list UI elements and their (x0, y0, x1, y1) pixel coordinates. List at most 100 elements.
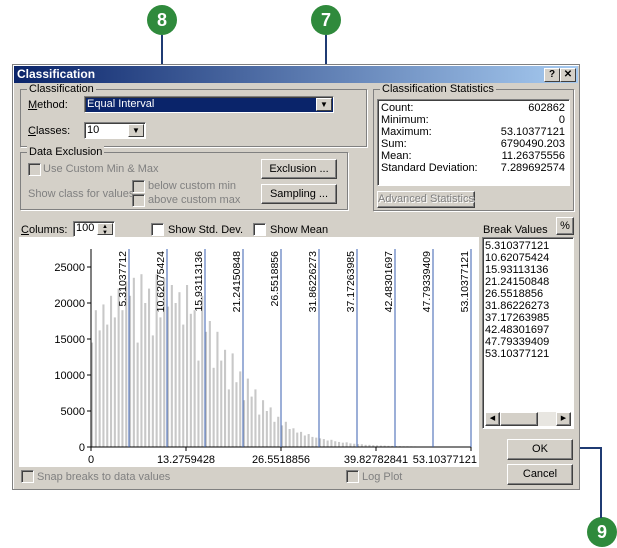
classes-dropdown-arrow-icon[interactable]: ▼ (128, 124, 144, 137)
columns-label: Columns: (21, 224, 68, 236)
break-value-item[interactable]: 31.86226273 (485, 300, 549, 312)
use-custom-label: Use Custom Min & Max (43, 163, 159, 175)
below-min-checkbox[interactable] (132, 180, 145, 193)
break-value-item[interactable]: 26.5518856 (485, 288, 549, 300)
histogram-bar (262, 400, 265, 447)
title-bar: Classification ? ✕ (14, 66, 578, 83)
histogram-bar (254, 389, 257, 447)
histogram-bar (113, 317, 116, 447)
break-value-item[interactable]: 5.310377121 (485, 240, 549, 252)
histogram-bar (269, 407, 272, 447)
histogram-bar (151, 335, 154, 447)
histogram-bar (231, 353, 234, 447)
histogram-bar (273, 421, 276, 447)
histogram-chart[interactable]: 25000 20000 15000 10000 5000 00 13.2759428 26.5… (19, 237, 479, 467)
show-std-dev-label: Show Std. Dev. (168, 224, 243, 236)
callout-8: 8 (147, 5, 177, 35)
method-dropdown[interactable]: Equal Interval ▼ (84, 96, 334, 113)
y-tick-label: 10000 (54, 370, 85, 382)
histogram-bar (341, 442, 344, 447)
ok-button[interactable]: OK (507, 439, 573, 460)
histogram-bar (303, 435, 306, 447)
close-button[interactable]: ✕ (560, 68, 576, 82)
statistic-name: Standard Deviation: (381, 162, 478, 174)
histogram-bar (345, 442, 348, 447)
statistics-row: Count: 602862 (381, 102, 565, 114)
columns-value: 100 (76, 222, 95, 234)
log-plot-checkbox[interactable] (346, 470, 359, 483)
break-value-item[interactable]: 53.10377121 (485, 348, 549, 360)
columns-spinner-icon[interactable]: ▲ ▼ (97, 223, 113, 236)
histogram-bar (334, 441, 337, 447)
histogram-bar (322, 439, 325, 447)
statistic-value: 6790490.203 (500, 138, 565, 150)
horizontal-scrollbar[interactable]: ◀ ▶ (485, 412, 571, 426)
histogram-bar (170, 285, 173, 447)
break-values-label: Break Values (483, 224, 548, 236)
histogram-bar (98, 330, 101, 447)
histogram-bar (106, 324, 109, 447)
x-tick-label: 26.5518856 (252, 454, 310, 466)
histogram-bar (258, 414, 261, 447)
histogram-bar (326, 440, 329, 447)
exclusion-button[interactable]: Exclusion ... (261, 159, 337, 179)
data-exclusion-label: Data Exclusion (27, 146, 105, 158)
method-value: Equal Interval (87, 98, 155, 110)
histogram-bar (239, 371, 242, 447)
sampling-button[interactable]: Sampling ... (261, 184, 337, 204)
method-dropdown-arrow-icon[interactable]: ▼ (316, 98, 332, 111)
show-mean-checkbox[interactable] (253, 223, 266, 236)
statistic-name: Maximum: (381, 126, 432, 138)
histogram-bar (94, 310, 97, 447)
statistics-row: Maximum: 53.10377121 (381, 126, 565, 138)
show-std-dev-checkbox[interactable] (151, 223, 164, 236)
statistics-label: Classification Statistics (380, 83, 496, 95)
histogram-bar (140, 274, 143, 447)
below-min-label: below custom min (148, 180, 237, 192)
classes-label: Classes: (28, 125, 71, 137)
histogram-bar (159, 317, 162, 447)
histogram-bar (300, 431, 303, 447)
histogram-bar (349, 443, 352, 447)
statistics-row: Mean: 11.26375556 (381, 150, 565, 162)
histogram-bar (208, 321, 211, 447)
histogram-bar (174, 303, 177, 447)
histogram-bar (235, 382, 238, 447)
break-value-item[interactable]: 47.79339409 (485, 336, 549, 348)
help-button[interactable]: ? (544, 68, 560, 82)
break-value-item[interactable]: 21.24150848 (485, 276, 549, 288)
histogram-bar (182, 324, 185, 447)
y-tick-label: 20000 (54, 298, 85, 310)
break-label: 42.48301697 (383, 251, 395, 312)
percent-button[interactable]: % (556, 217, 574, 235)
histogram-bar (246, 378, 249, 447)
histogram-bar (121, 310, 124, 447)
histogram-bar (148, 288, 151, 447)
break-values-list[interactable]: 5.310377121 10.62075424 15.93113136 21.2415… (482, 237, 574, 429)
histogram-bar (292, 428, 295, 447)
break-label: 37.17263985 (345, 251, 357, 312)
callout-9: 9 (587, 517, 617, 547)
chart-background (19, 237, 479, 467)
data-exclusion-group: Data Exclusion Use Custom Min & Max Show… (20, 146, 348, 210)
snap-breaks-checkbox[interactable] (21, 470, 34, 483)
show-class-label: Show class for values (28, 188, 135, 200)
break-value-item[interactable]: 15.93113136 (485, 264, 549, 276)
scroll-left-icon[interactable]: ◀ (485, 412, 500, 426)
cancel-button[interactable]: Cancel (507, 464, 573, 485)
break-value-item[interactable]: 10.62075424 (485, 252, 549, 264)
use-custom-checkbox[interactable] (28, 163, 41, 176)
statistic-value: 11.26375556 (501, 150, 565, 162)
above-max-checkbox[interactable] (132, 194, 145, 207)
histogram-bar (102, 304, 105, 447)
scroll-thumb[interactable] (500, 412, 538, 426)
break-value-item[interactable]: 37.17263985 (485, 312, 549, 324)
classes-dropdown[interactable]: 10 ▼ (84, 122, 146, 139)
classification-dialog: Classification ? ✕ Classification Method… (12, 64, 580, 490)
break-value-item[interactable]: 42.48301697 (485, 324, 549, 336)
scroll-right-icon[interactable]: ▶ (556, 412, 571, 426)
advanced-statistics-button[interactable]: Advanced Statistics (377, 191, 475, 208)
histogram-bar (330, 439, 333, 447)
columns-input[interactable]: 100 ▲ ▼ (73, 221, 115, 237)
histogram-bar (220, 360, 223, 447)
